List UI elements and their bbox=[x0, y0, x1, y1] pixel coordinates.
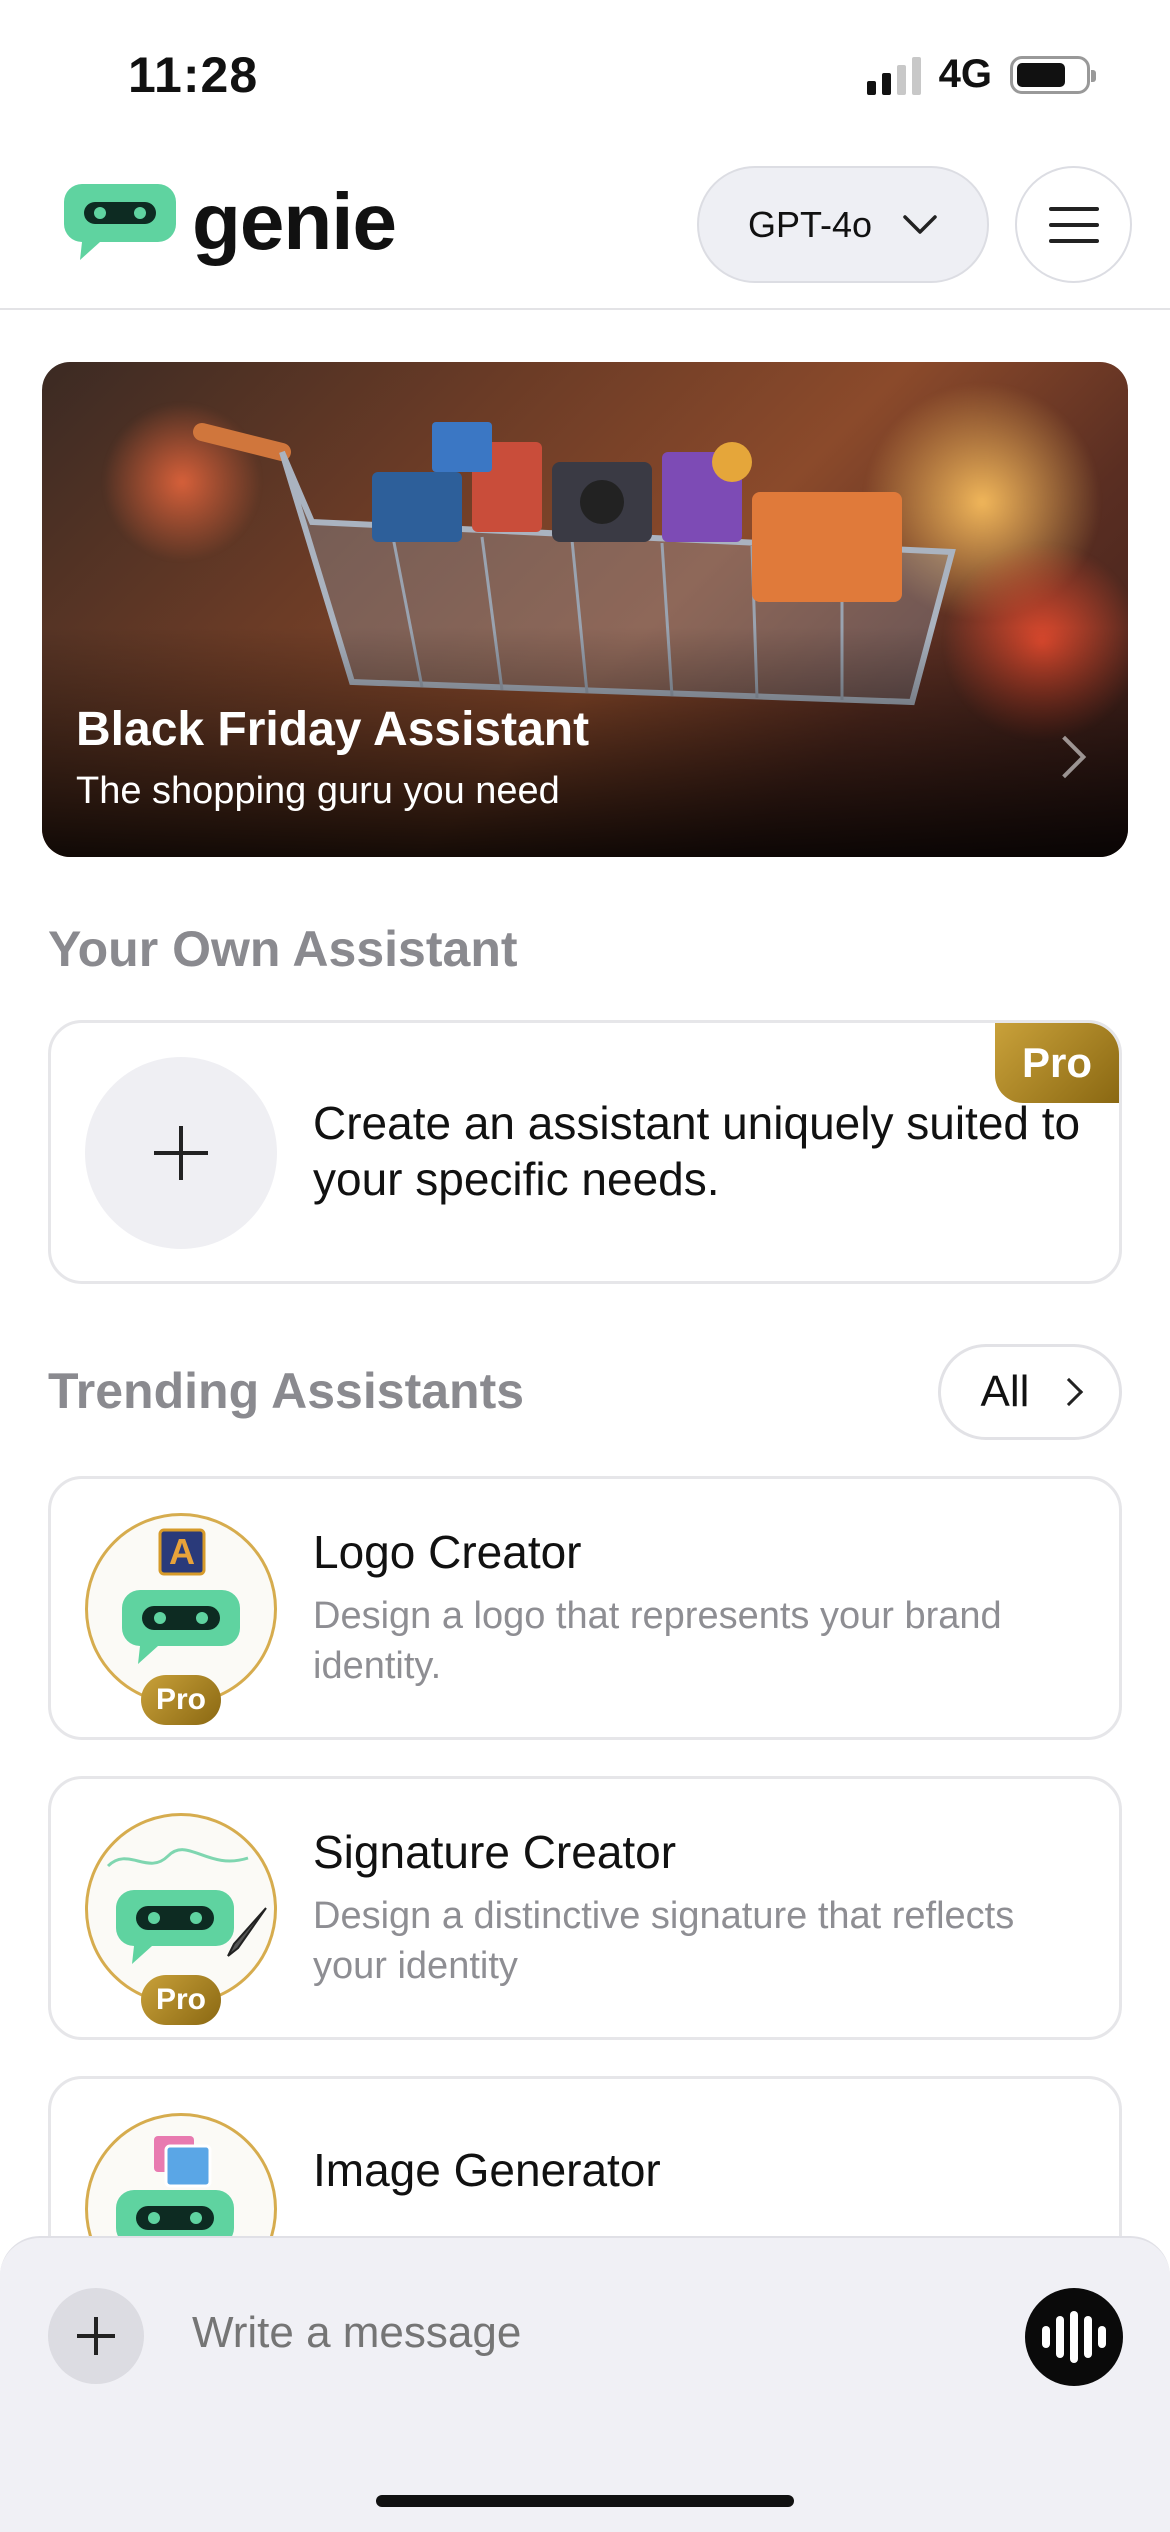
assistant-description: Design a distinctive signature that refl… bbox=[313, 1895, 1015, 1987]
app-name: genie bbox=[192, 177, 397, 266]
svg-text:A: A bbox=[169, 1531, 195, 1572]
status-indicators: 4G bbox=[866, 52, 1096, 97]
chevron-right-icon bbox=[1055, 1377, 1084, 1407]
trending-title: Trending Assistants bbox=[48, 1363, 525, 1419]
see-all-label: All bbox=[980, 1367, 1030, 1416]
menu-button[interactable] bbox=[1015, 166, 1132, 283]
network-type: 4G bbox=[938, 52, 992, 96]
genie-logo-icon bbox=[64, 184, 176, 260]
banner-subtitle: The shopping guru you need bbox=[76, 770, 560, 812]
signal-icon bbox=[866, 55, 921, 95]
voice-mode-button[interactable] bbox=[1025, 2288, 1123, 2386]
message-composer bbox=[0, 2236, 1170, 2532]
app-logo: genie bbox=[62, 177, 397, 266]
assistant-card-signature-creator[interactable]: Pro Signature Creator Design a distincti… bbox=[48, 1776, 1122, 2040]
banner-title: Black Friday Assistant bbox=[76, 703, 590, 756]
hamburger-icon bbox=[1048, 206, 1099, 211]
chevron-down-icon bbox=[903, 214, 937, 234]
create-assistant-card[interactable]: Create an assistant uniquely suited to y… bbox=[48, 1020, 1122, 1284]
assistant-title: Logo Creator bbox=[313, 1526, 582, 1578]
pro-badge: Pro bbox=[141, 1675, 221, 1725]
featured-banner[interactable]: Black Friday Assistant The shopping guru… bbox=[42, 362, 1128, 857]
pro-badge: Pro bbox=[141, 1975, 221, 2025]
message-input[interactable] bbox=[192, 2308, 952, 2358]
see-all-button[interactable]: All bbox=[938, 1344, 1122, 1440]
assistant-description: Design a logo that represents your brand… bbox=[313, 1595, 1002, 1687]
model-selector-button[interactable]: GPT-4o bbox=[697, 166, 989, 283]
battery-icon bbox=[1010, 55, 1096, 94]
header-divider bbox=[0, 308, 1170, 310]
assistant-card-logo-creator[interactable]: A Pro Logo Creator Design a logo that re… bbox=[48, 1476, 1122, 1740]
own-assistant-title: Your Own Assistant bbox=[48, 921, 518, 977]
home-indicator bbox=[376, 2495, 794, 2507]
assistant-title: Image Generator bbox=[313, 2144, 661, 2196]
add-attachment-button[interactable] bbox=[48, 2288, 144, 2384]
model-label: GPT-4o bbox=[747, 203, 873, 245]
pro-badge: Pro bbox=[995, 1023, 1119, 1103]
status-time: 11:28 bbox=[128, 47, 259, 103]
create-assistant-text: Create an assistant uniquely suited to y… bbox=[313, 1097, 1081, 1205]
plus-icon bbox=[85, 1057, 277, 1249]
assistant-title: Signature Creator bbox=[313, 1826, 677, 1878]
